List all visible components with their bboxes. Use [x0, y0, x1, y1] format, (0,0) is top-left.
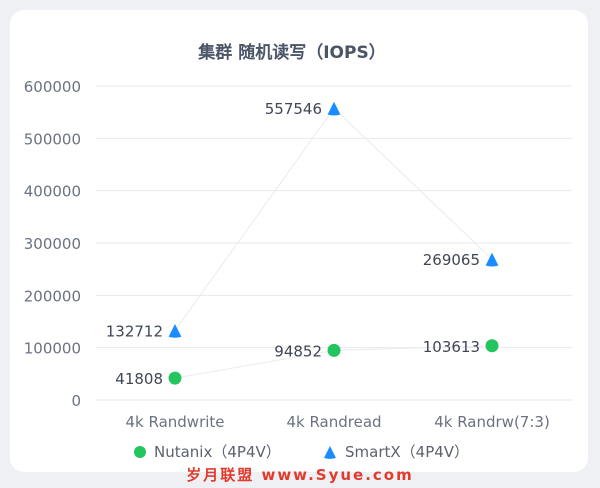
- data-point: [327, 101, 341, 116]
- y-tick-label: 0: [71, 392, 81, 410]
- y-tick-label: 300000: [24, 235, 81, 253]
- series-line-1: [174, 107, 493, 331]
- data-label: 557546: [265, 100, 322, 118]
- data-labels: 41808 94852 103613 132712 557546 269065: [106, 100, 480, 388]
- data-label: 41808: [115, 370, 163, 388]
- y-tick-label: 500000: [24, 130, 81, 148]
- y-tick-label: 200000: [24, 287, 81, 305]
- data-label: 132712: [106, 323, 163, 341]
- chart-svg: 集群 随机读写（IOPS） 0 100000 200000 300000 400000 5…: [24, 42, 572, 461]
- data-label: 94852: [274, 342, 322, 360]
- y-tick-label: 600000: [24, 78, 81, 96]
- data-label: 269065: [423, 251, 480, 269]
- y-axis-ticks: 0 100000 200000 300000 400000 500000 600000: [24, 78, 81, 410]
- legend-marker: [324, 446, 336, 459]
- legend-label: SmartX（4P4V）: [345, 443, 469, 461]
- chart-title: 集群 随机读写（IOPS）: [197, 42, 385, 63]
- legend: Nutanix（4P4V） SmartX（4P4V）: [134, 443, 469, 461]
- data-point: [168, 324, 182, 338]
- x-axis-ticks: 4k Randwrite 4k Randread 4k Randrw(7:3): [125, 413, 549, 431]
- x-tick-label: 4k Randrw(7:3): [434, 413, 550, 431]
- legend-marker: [134, 446, 146, 458]
- watermark: 岁月联盟 www.Syue.com: [186, 466, 414, 484]
- data-label: 103613: [423, 338, 480, 356]
- data-point: [485, 339, 499, 353]
- x-tick-label: 4k Randwrite: [125, 413, 224, 431]
- y-tick-label: 100000: [24, 340, 81, 358]
- watermark-text: 岁月联盟 www.Syue.com: [186, 466, 414, 484]
- y-tick-label: 400000: [24, 183, 81, 201]
- x-tick-label: 4k Randread: [286, 413, 381, 431]
- data-point: [327, 343, 341, 357]
- data-point: [168, 371, 182, 385]
- legend-label: Nutanix（4P4V）: [154, 443, 281, 461]
